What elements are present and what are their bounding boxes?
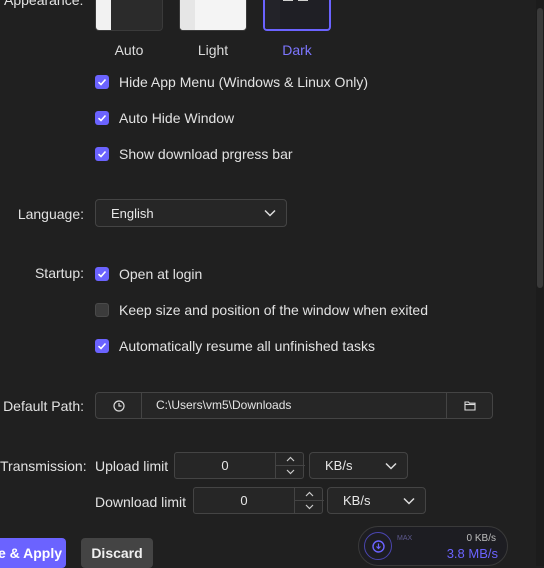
download-speed: 3.8 MB/s (446, 546, 498, 561)
stepper-arrows (294, 488, 324, 513)
download-unit-select[interactable]: KB/s (327, 487, 426, 514)
check-icon (97, 150, 107, 158)
open-at-login-label: Open at login (119, 266, 203, 282)
checkbox-unchecked[interactable] (95, 303, 109, 317)
check-icon (97, 78, 107, 86)
chevron-down-icon[interactable] (305, 504, 314, 510)
checkbox-checked[interactable] (95, 75, 109, 89)
open-at-login-option[interactable]: Open at login (95, 265, 202, 283)
language-select[interactable]: English (95, 199, 287, 227)
default-path-field: C:\Users\vm5\Downloads (95, 392, 493, 419)
check-icon (97, 342, 107, 350)
chevron-up-icon[interactable] (286, 456, 295, 462)
chevron-down-icon (264, 209, 276, 217)
upload-speed: 0 KB/s (466, 533, 496, 544)
default-path-label: Default Path: (3, 398, 84, 414)
chevron-down-icon[interactable] (286, 469, 295, 475)
auto-hide-window-option[interactable]: Auto Hide Window (95, 109, 234, 127)
thumb-main (111, 0, 162, 30)
resume-tasks-option[interactable]: Automatically resume all unfinished task… (95, 337, 375, 355)
upload-limit-label: Upload limit (95, 458, 169, 474)
save-apply-button[interactable]: e & Apply (0, 538, 66, 568)
speed-widget[interactable]: MAX 0 KB/s 3.8 MB/s (358, 526, 508, 566)
hide-app-menu-label: Hide App Menu (Windows & Linux Only) (119, 74, 368, 90)
thumb-sidebar (96, 0, 111, 30)
checkbox-checked[interactable] (95, 267, 109, 281)
download-limit-label: Download limit (95, 494, 187, 510)
theme-auto-label: Auto (114, 42, 144, 58)
history-button[interactable] (96, 393, 142, 418)
thumb-line-icon (283, 0, 293, 1)
discard-button[interactable]: Discard (81, 538, 153, 568)
thumb-line-icon (298, 0, 308, 1)
download-unit-value: KB/s (343, 493, 371, 508)
thumb-sidebar (180, 0, 195, 30)
stepper-divider (295, 500, 324, 501)
download-arrow-icon (372, 540, 385, 553)
hide-app-menu-option[interactable]: Hide App Menu (Windows & Linux Only) (95, 73, 368, 91)
transmission-label: Transmission: (0, 458, 87, 474)
theme-dark-label: Dark (282, 42, 312, 58)
theme-auto-thumb[interactable] (95, 0, 163, 31)
appearance-label: Appearance: (4, 0, 84, 8)
speed-gauge-icon (364, 532, 392, 560)
folder-icon (463, 401, 476, 411)
scrollbar-thumb[interactable] (537, 8, 543, 288)
theme-dark-thumb[interactable] (263, 0, 331, 31)
chevron-down-icon (403, 497, 415, 505)
stepper-arrows (275, 453, 305, 478)
download-limit-input[interactable]: 0 (194, 493, 294, 508)
chevron-down-icon (385, 462, 397, 470)
check-icon (97, 114, 107, 122)
clock-icon (112, 399, 125, 412)
upload-unit-value: KB/s (325, 458, 353, 473)
download-limit-stepper[interactable]: 0 (193, 487, 324, 514)
upload-limit-stepper[interactable]: 0 (174, 452, 305, 479)
checkbox-checked[interactable] (95, 339, 109, 353)
startup-label: Startup: (34, 265, 84, 281)
scrollbar-track[interactable] (536, 0, 544, 566)
default-path-input[interactable]: C:\Users\vm5\Downloads (156, 398, 291, 412)
language-value: English (111, 205, 154, 221)
thumb-sidebar (265, 0, 280, 29)
stepper-divider (276, 465, 305, 466)
auto-hide-window-label: Auto Hide Window (119, 110, 235, 126)
show-download-bar-label: Show download prgress bar (119, 146, 293, 162)
theme-light-label: Light (197, 42, 229, 58)
checkbox-checked[interactable] (95, 147, 109, 161)
upload-limit-input[interactable]: 0 (175, 458, 275, 473)
checkbox-checked[interactable] (95, 111, 109, 125)
theme-light-thumb[interactable] (179, 0, 247, 31)
keep-size-option[interactable]: Keep size and position of the window whe… (95, 301, 428, 319)
chevron-up-icon[interactable] (305, 491, 314, 497)
keep-size-label: Keep size and position of the window whe… (119, 302, 428, 318)
resume-tasks-label: Automatically resume all unfinished task… (119, 338, 376, 354)
language-label: Language: (17, 206, 84, 222)
speed-caption: MAX (397, 535, 413, 542)
check-icon (97, 270, 107, 278)
show-download-bar-option[interactable]: Show download prgress bar (95, 145, 293, 163)
browse-folder-button[interactable] (446, 393, 492, 418)
upload-unit-select[interactable]: KB/s (309, 452, 408, 479)
